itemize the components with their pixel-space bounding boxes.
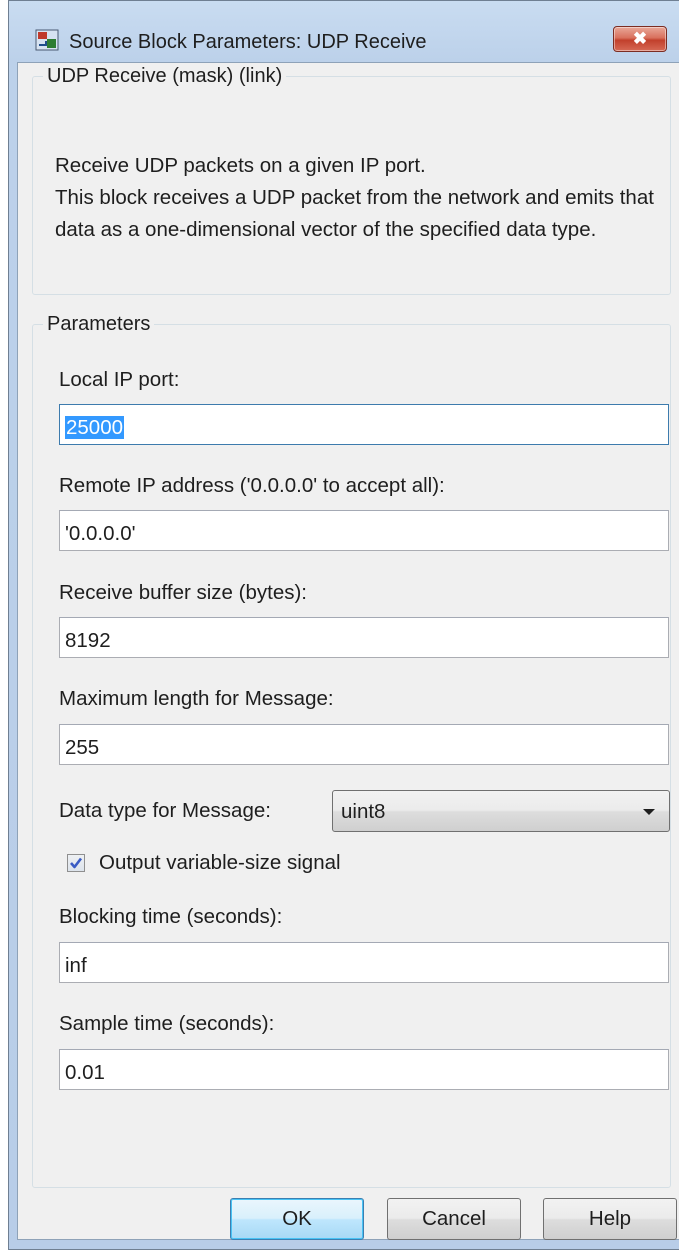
window-title: Source Block Parameters: UDP Receive [69, 31, 427, 53]
data-type-value: uint8 [341, 800, 386, 823]
close-icon: ✖ [632, 29, 648, 48]
sample-time-label: Sample time (seconds): [59, 1012, 275, 1035]
blocking-time-input[interactable]: inf [59, 942, 669, 983]
help-button[interactable]: Help [543, 1198, 677, 1240]
data-type-select[interactable]: uint8 [332, 790, 670, 832]
remote-ip-address-input[interactable]: '0.0.0.0' [59, 510, 669, 551]
ok-button[interactable]: OK [230, 1198, 364, 1240]
data-type-label: Data type for Message: [59, 799, 271, 822]
local-ip-port-value: 25000 [65, 416, 125, 439]
description-line-2: This block receives a UDP packet from th… [55, 186, 654, 241]
output-variable-size-checkbox[interactable] [67, 854, 85, 872]
description-group-legend: UDP Receive (mask) (link) [47, 65, 283, 87]
cancel-button[interactable]: Cancel [387, 1198, 521, 1240]
receive-buffer-size-label: Receive buffer size (bytes): [59, 581, 308, 604]
simulink-block-icon [35, 29, 59, 51]
description-group: UDP Receive (mask) (link) Receive UDP pa… [32, 65, 671, 295]
dialog-window: Source Block Parameters: UDP Receive ✖ U… [8, 0, 679, 1250]
chevron-down-icon [643, 809, 655, 815]
checkmark-icon [70, 857, 83, 869]
receive-buffer-size-input[interactable]: 8192 [59, 617, 669, 658]
local-ip-port-label: Local IP port: [59, 368, 180, 391]
output-variable-size-label[interactable]: Output variable-size signal [99, 851, 341, 875]
receive-buffer-size-value: 8192 [65, 629, 111, 652]
blocking-time-label: Blocking time (seconds): [59, 905, 283, 928]
sample-time-input[interactable]: 0.01 [59, 1049, 669, 1090]
close-button[interactable]: ✖ [613, 26, 667, 52]
remote-ip-address-label: Remote IP address ('0.0.0.0' to accept a… [59, 474, 445, 497]
blocking-time-value: inf [65, 954, 87, 977]
dialog-body: UDP Receive (mask) (link) Receive UDP pa… [17, 62, 679, 1240]
parameters-group-legend: Parameters [47, 313, 151, 335]
description-line-1: Receive UDP packets on a given IP port. [55, 154, 426, 177]
max-message-length-value: 255 [65, 736, 100, 759]
local-ip-port-input[interactable]: 25000 [59, 404, 669, 445]
max-message-length-input[interactable]: 255 [59, 724, 669, 765]
remote-ip-address-value: '0.0.0.0' [65, 522, 136, 545]
block-description: Receive UDP packets on a given IP port. … [55, 150, 655, 246]
sample-time-value: 0.01 [65, 1061, 105, 1084]
max-message-length-label: Maximum length for Message: [59, 687, 334, 710]
